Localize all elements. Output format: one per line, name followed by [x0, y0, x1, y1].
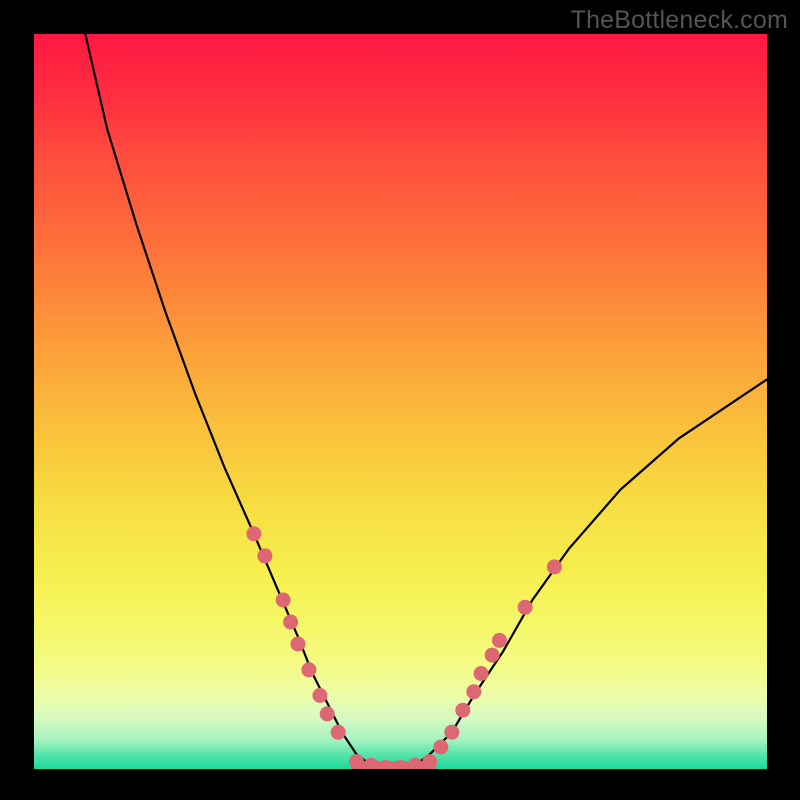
chart-frame: TheBottleneck.com — [0, 0, 800, 800]
plot-area — [34, 34, 767, 769]
highlight-dot — [422, 754, 437, 769]
highlight-dot — [466, 684, 481, 699]
highlight-dot — [433, 740, 448, 755]
highlight-dot — [349, 754, 364, 769]
highlight-dot — [312, 688, 327, 703]
highlight-dot — [485, 648, 500, 663]
highlight-dot — [492, 633, 507, 648]
highlight-dot — [290, 637, 305, 652]
highlight-dot — [474, 666, 489, 681]
highlight-dot — [518, 600, 533, 615]
highlight-dot — [246, 526, 261, 541]
highlight-dot — [455, 703, 470, 718]
highlight-dot — [320, 706, 335, 721]
highlight-dot — [301, 662, 316, 677]
highlight-dot — [408, 758, 423, 769]
highlight-dot — [331, 725, 346, 740]
highlight-dot — [547, 559, 562, 574]
curve-overlay — [34, 34, 767, 769]
highlight-dot — [444, 725, 459, 740]
highlight-dots — [246, 526, 562, 769]
bottleneck-curve — [85, 34, 767, 769]
highlight-dot — [257, 548, 272, 563]
watermark: TheBottleneck.com — [571, 6, 788, 35]
highlight-dot — [276, 593, 291, 608]
highlight-dot — [364, 758, 379, 769]
highlight-dot — [283, 615, 298, 630]
